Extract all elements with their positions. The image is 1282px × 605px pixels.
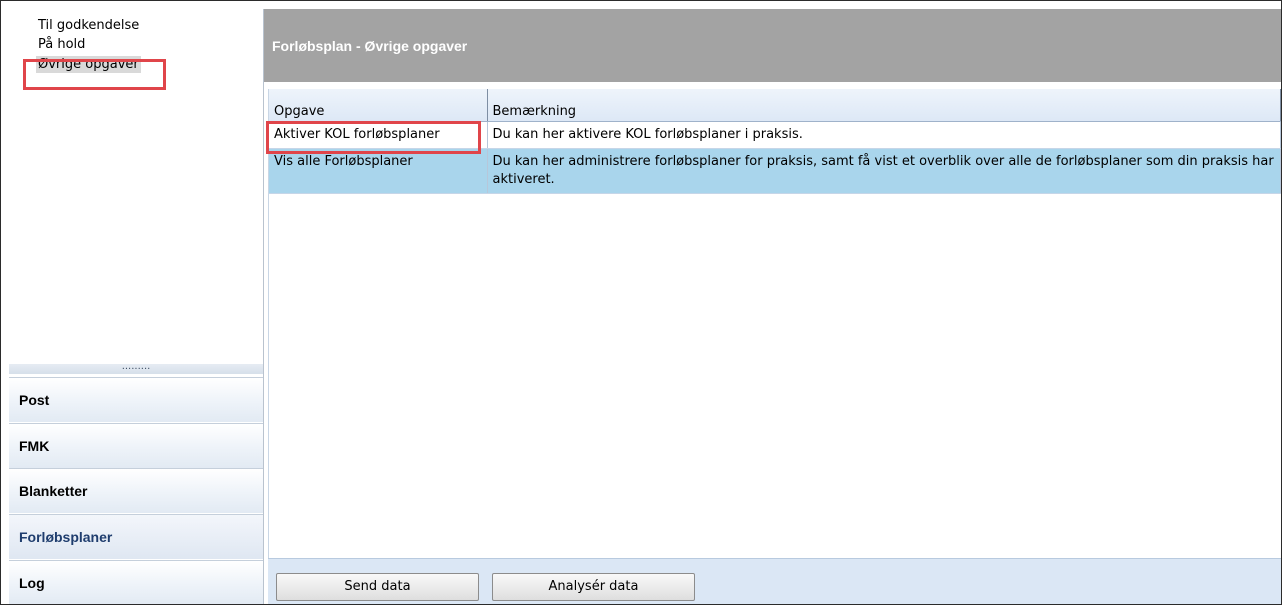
splitter-grip: ......... bbox=[121, 361, 151, 372]
content-pane: Forløbsplan - Øvrige opgaver Opgave Bemæ… bbox=[264, 9, 1281, 604]
cell-note[interactable]: Du kan her administrere forløbsplaner fo… bbox=[487, 148, 1281, 194]
table-row[interactable]: Aktiver KOL forløbsplaner Du kan her akt… bbox=[269, 121, 1281, 149]
nav-button-log[interactable]: Log bbox=[9, 560, 263, 604]
nav-button-blanketter[interactable]: Blanketter bbox=[9, 468, 263, 513]
cell-task[interactable]: Vis alle Forløbsplaner bbox=[269, 148, 488, 194]
task-tree: Til godkendelse På hold Øvrige opgaver bbox=[9, 9, 263, 364]
task-grid-area: Opgave Bemærkning Aktiver KOL forløbspla… bbox=[268, 89, 1281, 558]
tree-item-oevrige-opgaver[interactable]: Øvrige opgaver bbox=[36, 56, 141, 73]
task-grid: Opgave Bemærkning Aktiver KOL forløbspla… bbox=[269, 89, 1281, 194]
left-navigation-pane: Til godkendelse På hold Øvrige opgaver .… bbox=[9, 9, 264, 604]
nav-button-post[interactable]: Post bbox=[9, 377, 263, 422]
analyse-data-button[interactable]: Analysér data bbox=[492, 573, 695, 601]
tree-item-paa-hold[interactable]: På hold bbox=[36, 36, 87, 53]
nav-label-fmk: FMK bbox=[19, 438, 50, 454]
pane-splitter[interactable]: ......... bbox=[9, 361, 263, 374]
page-title: Forløbsplan - Øvrige opgaver bbox=[272, 37, 468, 54]
action-bar: Send data Analysér data bbox=[268, 558, 1281, 604]
nav-label-forloebsplaner: Forløbsplaner bbox=[19, 529, 113, 545]
tree-item-til-godkendelse[interactable]: Til godkendelse bbox=[36, 17, 141, 34]
grid-header-row: Opgave Bemærkning bbox=[269, 89, 1281, 122]
cell-task[interactable]: Aktiver KOL forløbsplaner bbox=[269, 121, 488, 149]
nav-label-post: Post bbox=[19, 392, 50, 408]
send-data-button[interactable]: Send data bbox=[276, 573, 479, 601]
table-row[interactable]: Vis alle Forløbsplaner Du kan her admini… bbox=[269, 148, 1281, 194]
nav-button-forloebsplaner[interactable]: Forløbsplaner bbox=[9, 514, 263, 559]
nav-label-blanketter: Blanketter bbox=[19, 483, 88, 499]
nav-button-fmk[interactable]: FMK bbox=[9, 423, 263, 468]
column-header-opgave[interactable]: Opgave bbox=[269, 89, 488, 122]
application-window: Til godkendelse På hold Øvrige opgaver .… bbox=[0, 0, 1282, 605]
nav-label-log: Log bbox=[19, 575, 45, 591]
page-title-bar: Forløbsplan - Øvrige opgaver bbox=[264, 9, 1281, 82]
column-header-bemaerkning[interactable]: Bemærkning bbox=[487, 89, 1281, 122]
cell-note[interactable]: Du kan her aktivere KOL forløbsplaner i … bbox=[487, 121, 1281, 149]
